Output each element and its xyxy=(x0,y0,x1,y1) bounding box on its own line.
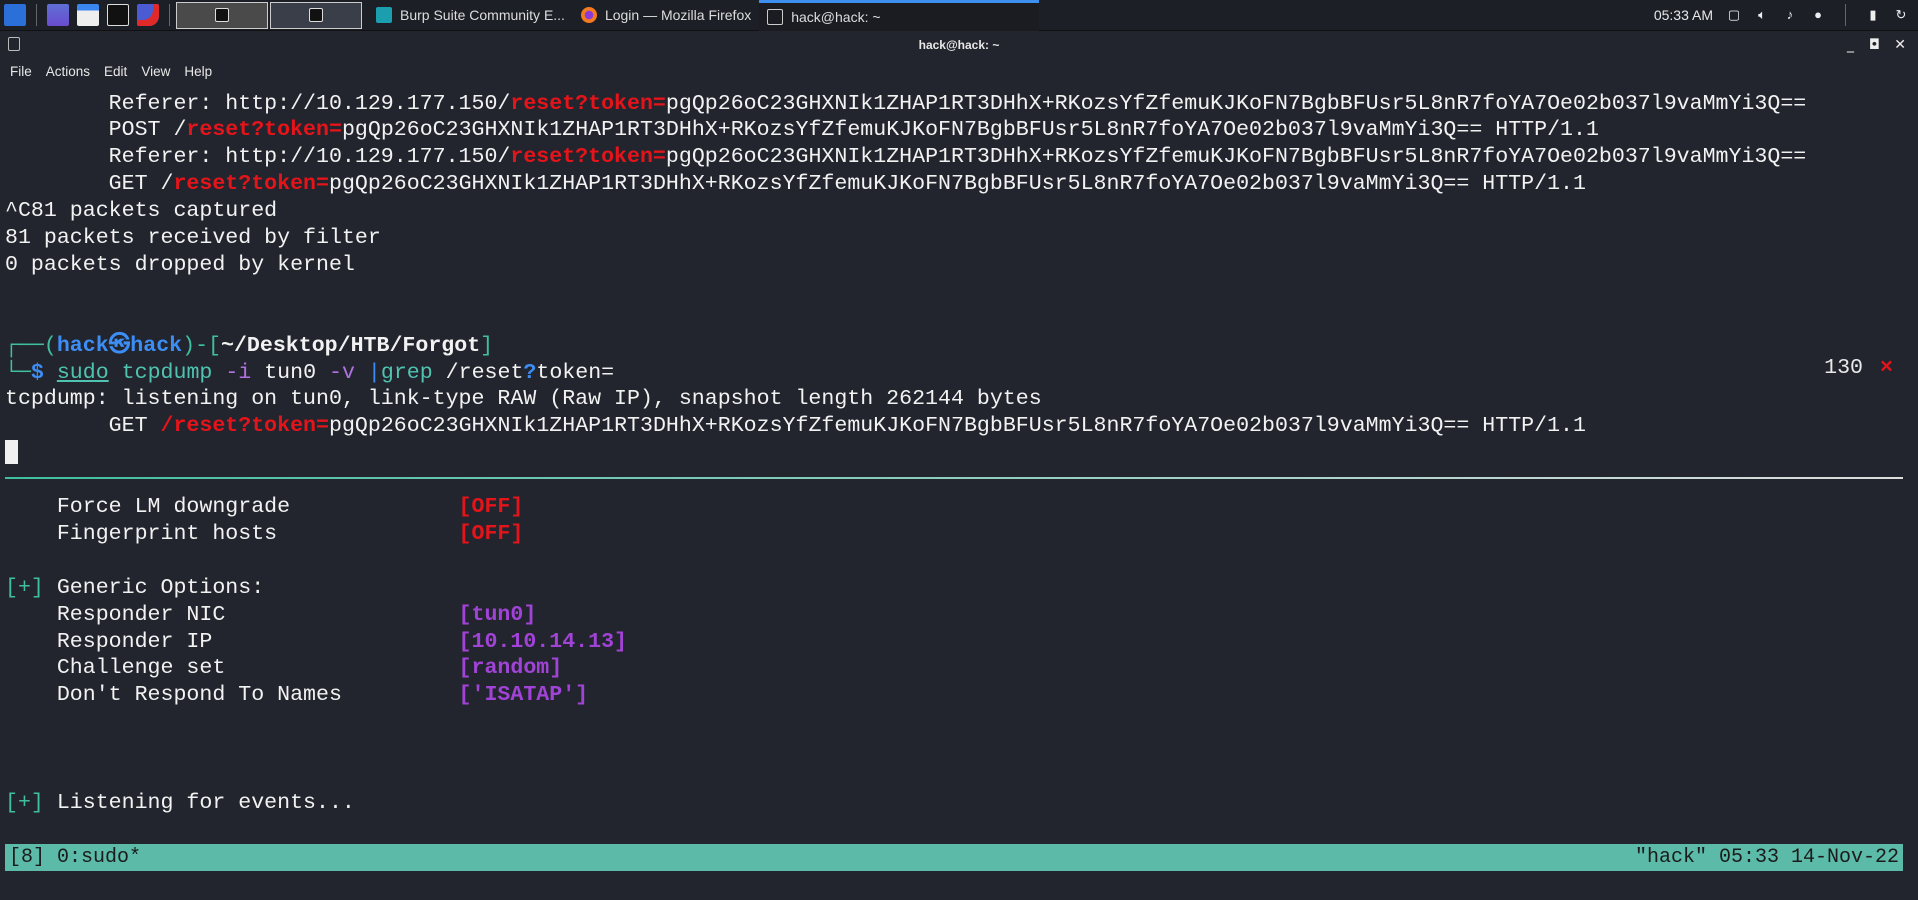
terminal-text-segment: pgQp26oC23GHXNIk1ZHAP1RT3DHhX+RKozsYfZfe… xyxy=(328,172,1586,197)
terminal-text-segment: /reset xyxy=(432,360,524,385)
terminal-line: ┌──(hack㉿hack)-[~/Desktop/HTB/Forgot] xyxy=(5,333,493,360)
terminal-text-segment: reset?token= xyxy=(186,118,342,143)
terminal-text-segment: ┌──( xyxy=(5,333,57,358)
terminal-text-segment: tcpdump xyxy=(108,360,213,385)
terminal-line: 0 packets dropped by kernel xyxy=(5,252,355,279)
terminal-text-segment: └─ xyxy=(5,360,31,385)
tmux-status-bar: [8] 0:sudo* "hack" 05:33 14-Nov-22 xyxy=(5,844,1903,871)
terminal-text-segment: [+] xyxy=(5,575,44,600)
terminal-output[interactable]: Referer: http://10.129.177.150/reset?tok… xyxy=(0,0,1918,900)
terminal-text-segment: GET xyxy=(5,414,161,439)
terminal-text-segment: ~/Desktop/HTB/Forgot xyxy=(221,333,481,358)
terminal-text-segment: | xyxy=(354,360,381,385)
terminal-text-segment: ? xyxy=(523,360,537,385)
terminal-line: Fingerprint hosts [OFF] xyxy=(5,521,524,548)
terminal-text-segment: -i xyxy=(212,360,252,385)
terminal-text-segment: Don't Respond To Names xyxy=(5,683,459,708)
terminal-text-segment: POST / xyxy=(5,118,187,143)
terminal-line: [+] Listening for events... xyxy=(5,790,355,817)
terminal-cursor xyxy=(5,440,18,464)
terminal-text-segment: Referer: http://10.129.177.150/ xyxy=(5,145,511,170)
terminal-text-segment: Responder NIC xyxy=(5,602,459,627)
terminal-line: ^C81 packets captured xyxy=(5,198,277,225)
terminal-text-segment: tcpdump: listening on tun0, link-type RA… xyxy=(5,387,1042,412)
terminal-text-segment: 0 packets dropped by kernel xyxy=(5,252,355,277)
terminal-text-segment: pgQp26oC23GHXNIk1ZHAP1RT3DHhX+RKozsYfZfe… xyxy=(341,118,1599,143)
terminal-text-segment: Generic Options: xyxy=(43,575,265,600)
terminal-text-segment: [random] xyxy=(458,656,563,681)
terminal-text-segment: /reset?token= xyxy=(160,414,329,439)
terminal-text-segment: Fingerprint hosts xyxy=(5,521,459,546)
tmux-status-right: "hack" 05:33 14-Nov-22 xyxy=(1634,846,1899,869)
terminal-text-segment: grep xyxy=(380,360,433,385)
terminal-line: Don't Respond To Names ['ISATAP'] xyxy=(5,682,588,709)
terminal-text-segment: [tun0] xyxy=(458,602,537,627)
terminal-text-segment: ] xyxy=(480,333,494,358)
terminal-line: GET /reset?token=pgQp26oC23GHXNIk1ZHAP1R… xyxy=(5,413,1586,440)
terminal-line: GET /reset?token=pgQp26oC23GHXNIk1ZHAP1R… xyxy=(5,171,1586,198)
terminal-line: tcpdump: listening on tun0, link-type RA… xyxy=(5,386,1042,413)
terminal-text-segment: Challenge set xyxy=(5,656,459,681)
terminal-line: 81 packets received by filter xyxy=(5,225,381,252)
error-x-icon: × xyxy=(1880,356,1893,380)
terminal-text-segment: [OFF] xyxy=(458,521,524,546)
terminal-text-segment: ^C81 packets captured xyxy=(5,199,278,224)
terminal-text-segment: -v xyxy=(316,360,355,385)
terminal-line: [+] Generic Options: xyxy=(5,575,264,602)
terminal-text-segment: Force LM downgrade xyxy=(5,495,459,519)
terminal-text-segment: Listening for events... xyxy=(43,790,355,815)
terminal-text-segment: $ xyxy=(30,360,57,385)
terminal-text-segment: token= xyxy=(536,360,615,385)
terminal-text-segment: 81 packets received by filter xyxy=(5,226,381,250)
terminal-line: Challenge set [random] xyxy=(5,655,562,682)
terminal-line: Force LM downgrade [OFF] xyxy=(5,494,524,521)
terminal-line: POST /reset?token=pgQp26oC23GHXNIk1ZHAP1… xyxy=(5,117,1599,144)
terminal-line: Responder NIC [tun0] xyxy=(5,602,536,629)
terminal-text-segment: reset?token= xyxy=(510,145,666,170)
terminal-text-segment: [10.10.14.13] xyxy=(458,629,628,654)
terminal-text-segment: [+] xyxy=(5,790,44,815)
tmux-window-list[interactable]: [8] 0:sudo* xyxy=(9,844,141,871)
terminal-text-segment: GET / xyxy=(5,172,174,197)
terminal-text-segment: pgQp26oC23GHXNIk1ZHAP1RT3DHhX+RKozsYfZfe… xyxy=(665,145,1807,170)
terminal-text-segment: ['ISATAP'] xyxy=(458,683,589,708)
terminal-text-segment: [OFF] xyxy=(458,495,524,519)
terminal-text-segment: hack㉿hack xyxy=(56,333,183,358)
terminal-line: Referer: http://10.129.177.150/reset?tok… xyxy=(5,91,1807,118)
terminal-text-segment: pgQp26oC23GHXNIk1ZHAP1RT3DHhX+RKozsYfZfe… xyxy=(328,414,1586,439)
terminal-line: └─$ sudo tcpdump -i tun0 -v |grep /reset… xyxy=(5,360,614,387)
pane-separator[interactable] xyxy=(5,477,1903,479)
terminal-text-segment: reset?token= xyxy=(173,172,329,197)
terminal-line: Responder IP [10.10.14.13] xyxy=(5,629,627,656)
terminal-text-segment: Responder IP xyxy=(5,629,459,654)
terminal-text-segment: sudo xyxy=(56,360,109,385)
terminal-line: Referer: http://10.129.177.150/reset?tok… xyxy=(5,144,1807,171)
terminal-text-segment: reset?token= xyxy=(510,91,666,116)
exit-code: 130 xyxy=(1824,356,1863,380)
terminal-text-segment: Referer: http://10.129.177.150/ xyxy=(5,91,511,116)
terminal-text-segment: )-[ xyxy=(182,333,221,358)
terminal-text-segment: pgQp26oC23GHXNIk1ZHAP1RT3DHhX+RKozsYfZfe… xyxy=(665,91,1807,116)
terminal-text-segment: tun0 xyxy=(251,360,317,385)
